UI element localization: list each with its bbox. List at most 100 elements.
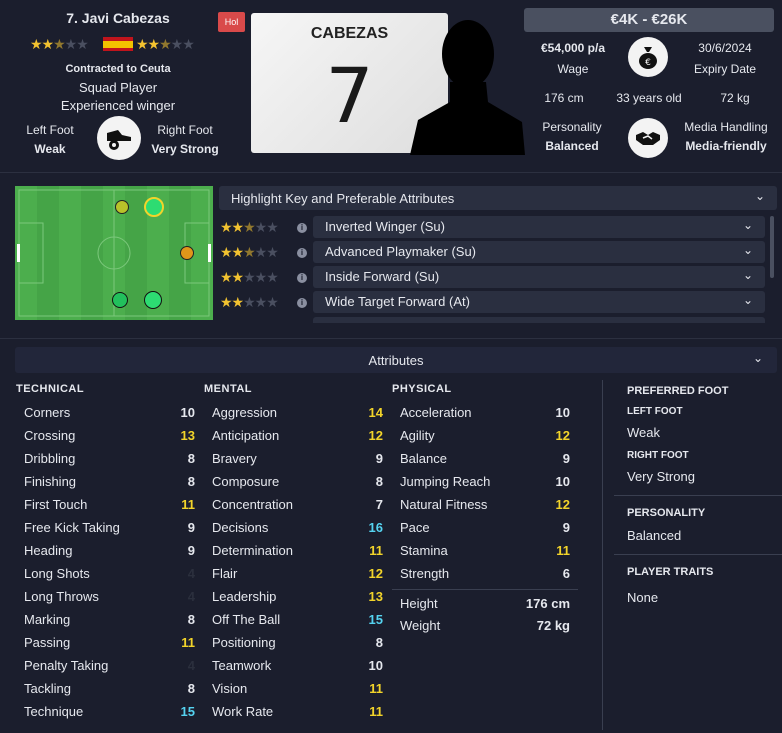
physical-column: PHYSICAL	[392, 383, 572, 395]
attribute-row[interactable]: Stamina 11	[400, 543, 580, 566]
chevron-down-icon: ⌄	[742, 293, 753, 307]
attribute-row[interactable]: Passing 11	[24, 635, 204, 658]
side-right-foot-value: Very Strong	[627, 469, 695, 484]
attribute-row[interactable]: Marking 8	[24, 612, 204, 635]
role-row[interactable]: Wide Target Forward (At) ⌄	[313, 291, 765, 313]
attribute-value: 4	[187, 589, 195, 604]
attribute-name: Technique	[24, 704, 84, 719]
attribute-row[interactable]: Corners 10	[24, 405, 204, 428]
attribute-row[interactable]: Jumping Reach 10	[400, 474, 580, 497]
roles-scrollbar[interactable]	[770, 216, 774, 278]
position-badge: Hol	[218, 12, 245, 32]
player-traits-value: None	[627, 590, 659, 605]
attribute-row[interactable]: Bravery 9	[212, 451, 392, 474]
attribute-row[interactable]: Finishing 8	[24, 474, 204, 497]
attribute-value: 9	[187, 520, 195, 535]
attribute-row[interactable]: Acceleration 10	[400, 405, 580, 428]
attribute-row[interactable]: Vision 11	[212, 681, 392, 704]
attribute-value: 14	[368, 405, 383, 420]
attribute-value: 8	[375, 635, 383, 650]
attribute-name: First Touch	[24, 497, 88, 512]
info-icon[interactable]: i	[297, 298, 307, 308]
attribute-name: Composure	[212, 474, 280, 489]
attribute-name: Concentration	[212, 497, 293, 512]
attribute-row[interactable]: Strength 6	[400, 566, 580, 589]
attribute-row[interactable]: Leadership 13	[212, 589, 392, 612]
attribute-row[interactable]: Long Throws 4	[24, 589, 204, 612]
position-dot	[180, 246, 194, 260]
role-row[interactable]: Inside Forward (Su) ⌄	[313, 266, 765, 288]
attribute-value: 13	[180, 428, 195, 443]
football-boot-icon	[97, 116, 141, 160]
attribute-row[interactable]: First Touch 11	[24, 497, 204, 520]
attribute-row[interactable]: Agility 12	[400, 428, 580, 451]
info-icon[interactable]: i	[297, 248, 307, 258]
attribute-row[interactable]: Decisions 16	[212, 520, 392, 543]
attribute-row[interactable]: Penalty Taking 4	[24, 658, 204, 681]
attribute-row[interactable]: Dribbling 8	[24, 451, 204, 474]
attribute-row[interactable]: Technique 15	[24, 704, 204, 727]
role-row[interactable]: Advanced Playmaker (Su) ⌄	[313, 241, 765, 263]
attribute-name: Long Shots	[24, 566, 90, 581]
attribute-value: 8	[187, 681, 195, 696]
attribute-row[interactable]: Off The Ball 15	[212, 612, 392, 635]
personality-label: Personality	[542, 120, 602, 134]
left-foot-label: Left Foot	[26, 123, 74, 137]
weight-value: 72 kg	[720, 91, 750, 105]
media-value: Media-friendly	[685, 139, 767, 153]
attribute-name: Acceleration	[400, 405, 472, 420]
attribute-row[interactable]: Composure 8	[212, 474, 392, 497]
attributes-header[interactable]: Attributes ⌄	[15, 347, 777, 373]
side-divider	[602, 380, 603, 730]
chevron-down-icon: ⌄	[742, 243, 753, 257]
attribute-name: Aggression	[212, 405, 278, 420]
attribute-row[interactable]: Concentration 7	[212, 497, 392, 520]
attribute-row[interactable]: Free Kick Taking 9	[24, 520, 204, 543]
attribute-row[interactable]: Teamwork 10	[212, 658, 392, 681]
wage-amount: €54,000 p/a	[540, 41, 606, 55]
attribute-row[interactable]: Positioning 8	[212, 635, 392, 658]
attribute-row[interactable]: Balance 9	[400, 451, 580, 474]
attribute-name: Free Kick Taking	[24, 520, 120, 535]
chevron-down-icon: ⌄	[742, 268, 753, 282]
attribute-name: Positioning	[212, 635, 276, 650]
role-row[interactable]: Inverted Winger (Su) ⌄	[313, 216, 765, 238]
attribute-name: Stamina	[400, 543, 448, 558]
attribute-row[interactable]: Determination 11	[212, 543, 392, 566]
player-traits-title: PLAYER TRAITS	[627, 566, 714, 578]
height-value: 176 cm	[544, 91, 584, 105]
media-label: Media Handling	[684, 120, 768, 134]
attribute-name: Teamwork	[212, 658, 272, 673]
attribute-row[interactable]: Anticipation 12	[212, 428, 392, 451]
attribute-row[interactable]: Heading 9	[24, 543, 204, 566]
info-icon[interactable]: i	[297, 273, 307, 283]
role-stars: ★★★★★	[220, 294, 279, 310]
side-left-foot-value: Weak	[627, 425, 660, 440]
highlight-dropdown[interactable]: Highlight Key and Preferable Attributes …	[219, 186, 777, 210]
side-personality-value: Balanced	[627, 528, 682, 543]
player-name: 7. Javi Cabezas	[66, 10, 170, 26]
weight-attr-value: 72 kg	[536, 618, 570, 633]
info-icon[interactable]: i	[297, 223, 307, 233]
svg-text:€: €	[645, 58, 651, 68]
attribute-value: 12	[368, 566, 383, 581]
attribute-row[interactable]: Aggression 14	[212, 405, 392, 428]
attribute-row[interactable]: Flair 12	[212, 566, 392, 589]
attribute-row[interactable]: Pace 9	[400, 520, 580, 543]
attribute-name: Corners	[24, 405, 71, 420]
attribute-row[interactable]: Long Shots 4	[24, 566, 204, 589]
attribute-value: 10	[555, 474, 570, 489]
attribute-row[interactable]: Natural Fitness 12	[400, 497, 580, 520]
attribute-row[interactable]: Crossing 13	[24, 428, 204, 451]
height-label: Height	[400, 596, 438, 611]
attribute-value: 8	[187, 474, 195, 489]
physical-title: PHYSICAL	[392, 383, 452, 395]
attribute-value: 15	[368, 612, 383, 627]
personality-title: PERSONALITY	[627, 507, 706, 519]
position-dot	[115, 200, 129, 214]
attribute-row[interactable]: Work Rate 11	[212, 704, 392, 727]
contract-text: Contracted to Ceuta	[65, 63, 171, 75]
attribute-name: Heading	[24, 543, 73, 558]
role-stars: ★★★★★	[220, 244, 279, 260]
attribute-row[interactable]: Tackling 8	[24, 681, 204, 704]
